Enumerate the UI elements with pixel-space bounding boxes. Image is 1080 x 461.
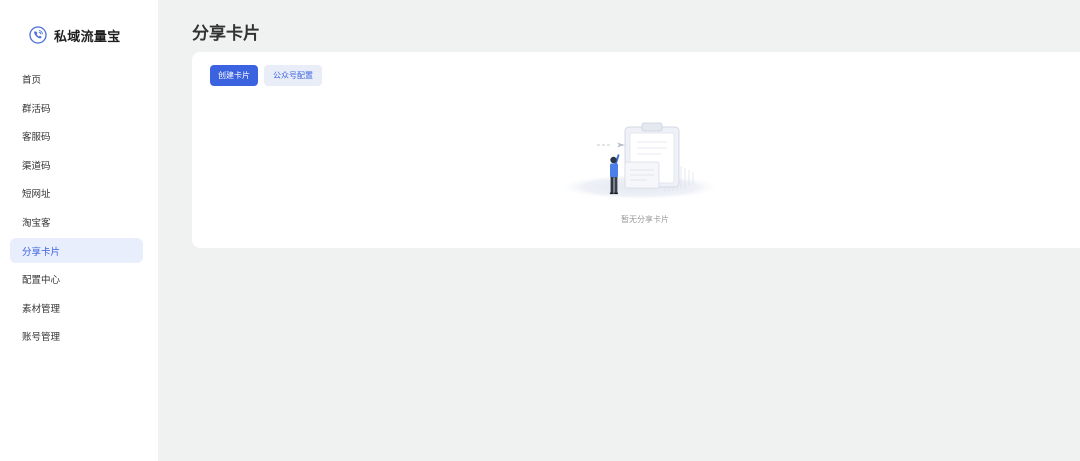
page-title: 分享卡片 xyxy=(192,24,260,43)
empty-state-text: 暂无分享卡片 xyxy=(621,215,669,224)
sidebar-item-channel-code[interactable]: 渠道码 xyxy=(10,152,143,177)
empty-clipboard-illustration xyxy=(558,122,722,200)
app-name: 私域流量宝 xyxy=(54,28,121,44)
official-account-config-button[interactable]: 公众号配置 xyxy=(264,65,322,86)
app-logo: 私域流量宝 xyxy=(29,26,121,44)
sidebar-item-short-url[interactable]: 短网址 xyxy=(10,181,143,206)
dash-marks xyxy=(597,144,610,146)
paper-plane-icon xyxy=(617,142,625,148)
sidebar-item-share-card[interactable]: 分享卡片 xyxy=(10,238,143,264)
front-sheet xyxy=(624,161,660,189)
sidebar: 私域流量宝 首页 群活码 客服码 渠道码 短网址 淘宝客 分享卡片 配置中心 素… xyxy=(0,0,158,461)
sidebar-item-group-live-code[interactable]: 群活码 xyxy=(10,95,143,120)
sidebar-item-taobao-affiliate[interactable]: 淘宝客 xyxy=(10,209,143,234)
phone-icon xyxy=(29,26,47,44)
sidebar-item-material-management[interactable]: 素材管理 xyxy=(10,295,143,320)
content-card: 创建卡片 公众号配置 暂无分享卡片 xyxy=(192,52,1080,248)
sidebar-item-customer-service-code[interactable]: 客服码 xyxy=(10,124,143,149)
create-card-button[interactable]: 创建卡片 xyxy=(210,65,258,86)
sidebar-menu: 首页 群活码 客服码 渠道码 短网址 淘宝客 分享卡片 配置中心 素材管理 账号… xyxy=(10,67,143,353)
sidebar-item-home[interactable]: 首页 xyxy=(10,67,143,92)
sidebar-item-config-center[interactable]: 配置中心 xyxy=(10,267,143,292)
sidebar-item-account-management[interactable]: 账号管理 xyxy=(10,324,143,349)
